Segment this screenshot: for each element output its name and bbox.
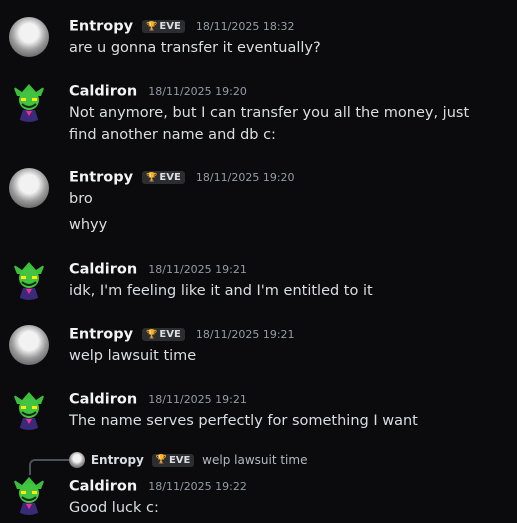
user-tag[interactable]: 🏆 EVE [142,171,185,184]
message-text: welp lawsuit time [69,348,197,364]
trophy-icon: 🏆 [146,21,158,32]
user-tag[interactable]: 🏆 EVE [142,328,185,341]
timestamp: 18/11/2025 19:21 [148,263,247,276]
message-header: Caldiron 18/11/2025 19:20 [69,81,247,101]
message-text: whyy [69,217,108,233]
message-header: Caldiron 18/11/2025 19:21 [69,259,247,279]
message-header: Entropy 🏆 EVE 18/11/2025 19:20 [69,167,295,187]
green-goblin-icon [13,262,45,300]
avatar[interactable] [9,82,49,122]
message-header: Caldiron 18/11/2025 19:21 [69,389,247,409]
author-name[interactable]: Caldiron [69,262,137,278]
avatar[interactable] [9,325,49,365]
message-text: bro [69,191,93,207]
reply-reference[interactable]: Entropy 🏆 EVE welp lawsuit time [69,452,307,470]
green-goblin-icon [13,84,45,122]
timestamp: 18/11/2025 19:20 [195,171,295,184]
author-name[interactable]: Caldiron [69,84,137,100]
reply-spine [29,459,69,475]
timestamp: 18/11/2025 19:20 [148,85,247,98]
trophy-icon: 🏆 [155,455,167,465]
green-goblin-icon [13,392,45,430]
avatar[interactable] [9,260,49,300]
timestamp: 18/11/2025 19:21 [195,328,295,341]
timestamp: 18/11/2025 18:32 [195,20,295,33]
message-text: idk, I'm feeling like it and I'm entitle… [69,283,373,299]
user-tag: 🏆 EVE [151,453,195,467]
avatar [69,452,85,468]
timestamp: 18/11/2025 19:21 [148,393,247,406]
avatar[interactable] [9,390,49,430]
author-name[interactable]: Entropy [69,170,133,186]
message-header: Entropy 🏆 EVE 18/11/2025 19:21 [69,324,295,344]
author-name[interactable]: Entropy [69,19,133,35]
message-text: Not anymore, but I can transfer you all … [69,105,470,143]
author-name[interactable]: Entropy [69,327,133,343]
author-name[interactable]: Caldiron [69,479,137,495]
timestamp: 18/11/2025 19:22 [148,480,247,493]
trophy-icon: 🏆 [146,329,158,340]
message-header: Caldiron 18/11/2025 19:22 [69,476,247,496]
trophy-icon: 🏆 [146,172,158,183]
reply-author: Entropy [90,453,144,467]
chat-log: Entropy 🏆 EVE 18/11/2025 18:32 are u gonn… [0,0,517,523]
green-goblin-icon [13,477,45,515]
reply-text: welp lawsuit time [202,453,308,467]
message-text: are u gonna transfer it eventually? [69,40,321,56]
avatar[interactable] [9,17,49,57]
message-text: The name serves perfectly for something … [69,413,418,429]
avatar[interactable] [9,475,49,515]
user-tag[interactable]: 🏆 EVE [142,20,185,33]
avatar[interactable] [9,168,49,208]
message-header: Entropy 🏆 EVE 18/11/2025 18:32 [69,16,295,36]
author-name[interactable]: Caldiron [69,392,137,408]
message-text: Good luck c: [69,500,159,516]
